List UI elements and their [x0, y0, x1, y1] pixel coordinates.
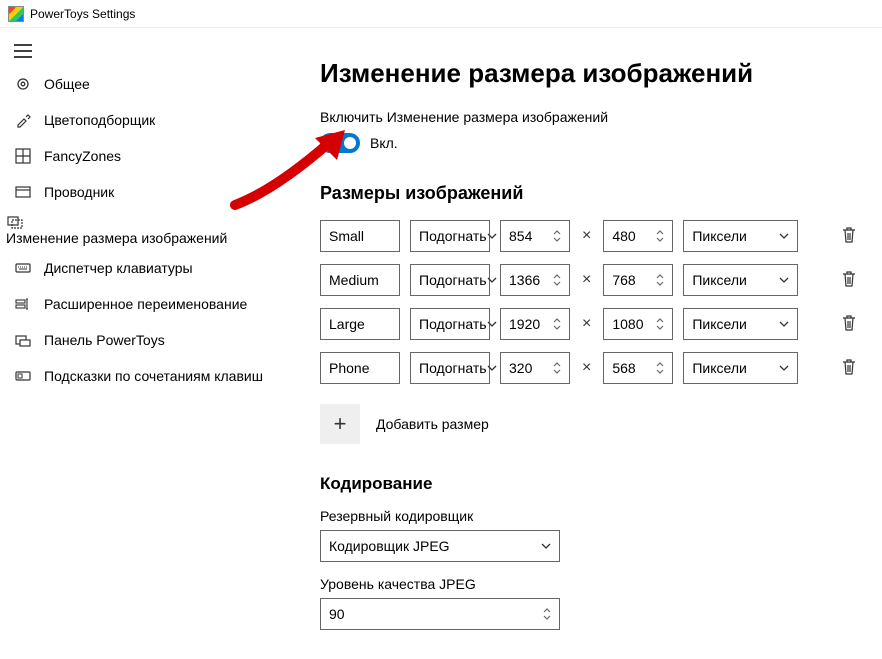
size-name-input[interactable]: Large — [320, 308, 400, 340]
hamburger-button[interactable] — [0, 36, 300, 66]
unit-select[interactable]: Пиксели — [683, 308, 798, 340]
enable-toggle[interactable] — [320, 133, 360, 153]
page-heading: Изменение размера изображений — [320, 58, 862, 89]
sidebar-item-run[interactable]: Панель PowerToys — [0, 322, 300, 358]
times-icon: × — [580, 315, 593, 333]
keyboard-icon — [14, 260, 32, 276]
app-icon — [8, 6, 24, 22]
width-input[interactable]: 1366 — [500, 264, 570, 296]
width-input[interactable]: 320 — [500, 352, 570, 384]
size-name-input[interactable]: Small — [320, 220, 400, 252]
grid-icon — [14, 148, 32, 164]
jpeg-quality-input[interactable]: 90 — [320, 598, 560, 630]
height-input[interactable]: 480 — [603, 220, 673, 252]
sidebar-item-label: Панель PowerToys — [44, 332, 165, 348]
sidebar-item-label: Подсказки по сочетаниям клавиш — [44, 368, 263, 384]
chevron-down-icon — [487, 321, 497, 327]
sidebar-item-imageresizer[interactable]: Изменение размера изображений — [0, 210, 300, 250]
sizes-heading: Размеры изображений — [320, 183, 862, 204]
enable-label: Включить Изменение размера изображений — [320, 109, 862, 125]
fit-select[interactable]: Подогнать — [410, 264, 490, 296]
spinner-arrows-icon — [553, 274, 561, 286]
add-size-button[interactable]: + Добавить размер — [320, 404, 862, 444]
width-input[interactable]: 1920 — [500, 308, 570, 340]
image-resize-icon — [6, 214, 24, 230]
chevron-down-icon — [487, 233, 497, 239]
chevron-down-icon — [779, 277, 789, 283]
sidebar-item-label: Изменение размера изображений — [6, 230, 227, 246]
size-name-input[interactable]: Phone — [320, 352, 400, 384]
chevron-down-icon — [779, 233, 789, 239]
height-input[interactable]: 1080 — [603, 308, 673, 340]
times-icon: × — [580, 227, 593, 245]
spinner-arrows-icon — [656, 318, 664, 330]
height-input[interactable]: 768 — [603, 264, 673, 296]
delete-size-button[interactable] — [842, 315, 862, 334]
fallback-encoder-value: Кодировщик JPEG — [329, 538, 450, 554]
fit-select[interactable]: Подогнать — [410, 308, 490, 340]
sidebar-item-shortcuts[interactable]: Подсказки по сочетаниям клавиш — [0, 358, 300, 394]
fit-select[interactable]: Подогнать — [410, 352, 490, 384]
sidebar-item-label: Цветоподборщик — [44, 112, 155, 128]
chevron-down-icon — [541, 543, 551, 549]
sidebar-item-rename[interactable]: Расширенное переименование — [0, 286, 300, 322]
delete-size-button[interactable] — [842, 271, 862, 290]
explorer-icon — [14, 184, 32, 200]
size-name-input[interactable]: Medium — [320, 264, 400, 296]
plus-icon: + — [320, 404, 360, 444]
size-row: Phone Подогнать 320 × 568 Пиксели — [320, 352, 862, 384]
unit-select[interactable]: Пиксели — [683, 352, 798, 384]
window-title: PowerToys Settings — [30, 7, 135, 21]
sidebar-item-label: Проводник — [44, 184, 114, 200]
sidebar-item-label: FancyZones — [44, 148, 121, 164]
sidebar-item-label: Диспетчер клавиатуры — [44, 260, 193, 276]
unit-select[interactable]: Пиксели — [683, 220, 798, 252]
spinner-arrows-icon — [553, 362, 561, 374]
toggle-state-text: Вкл. — [370, 135, 398, 151]
chevron-down-icon — [487, 277, 497, 283]
times-icon: × — [580, 359, 593, 377]
spinner-arrows-icon — [656, 274, 664, 286]
jpeg-quality-value: 90 — [329, 606, 345, 622]
gear-icon — [14, 76, 32, 92]
size-row: Medium Подогнать 1366 × 768 Пиксели — [320, 264, 862, 296]
times-icon: × — [580, 271, 593, 289]
delete-size-button[interactable] — [842, 359, 862, 378]
delete-size-button[interactable] — [842, 227, 862, 246]
unit-select[interactable]: Пиксели — [683, 264, 798, 296]
fallback-encoder-label: Резервный кодировщик — [320, 508, 862, 524]
rename-icon — [14, 296, 32, 312]
width-input[interactable]: 854 — [500, 220, 570, 252]
sidebar-item-label: Общее — [44, 76, 90, 92]
eyedropper-icon — [14, 112, 32, 128]
size-row: Small Подогнать 854 × 480 Пиксели — [320, 220, 862, 252]
sidebar-item-fancyzones[interactable]: FancyZones — [0, 138, 300, 174]
chevron-down-icon — [779, 321, 789, 327]
fallback-encoder-select[interactable]: Кодировщик JPEG — [320, 530, 560, 562]
sidebar-item-label: Расширенное переименование — [44, 296, 247, 312]
fit-select[interactable]: Подогнать — [410, 220, 490, 252]
run-icon — [14, 332, 32, 348]
spinner-arrows-icon — [543, 608, 551, 620]
chevron-down-icon — [779, 365, 789, 371]
sidebar-item-keyboard[interactable]: Диспетчер клавиатуры — [0, 250, 300, 286]
chevron-down-icon — [487, 365, 497, 371]
sidebar-item-general[interactable]: Общее — [0, 66, 300, 102]
spinner-arrows-icon — [656, 230, 664, 242]
size-rows: Small Подогнать 854 × 480 Пиксели Medium Подогн… — [320, 220, 862, 384]
spinner-arrows-icon — [553, 230, 561, 242]
add-size-label: Добавить размер — [376, 416, 489, 432]
sidebar: Общее Цветоподборщик FancyZones Проводни… — [0, 28, 300, 659]
sidebar-item-colorpicker[interactable]: Цветоподборщик — [0, 102, 300, 138]
size-row: Large Подогнать 1920 × 1080 Пиксели — [320, 308, 862, 340]
encoding-heading: Кодирование — [320, 474, 862, 494]
spinner-arrows-icon — [553, 318, 561, 330]
spinner-arrows-icon — [656, 362, 664, 374]
shortcut-guide-icon — [14, 368, 32, 384]
sidebar-item-explorer[interactable]: Проводник — [0, 174, 300, 210]
height-input[interactable]: 568 — [603, 352, 673, 384]
titlebar: PowerToys Settings — [0, 0, 882, 28]
main-panel: Изменение размера изображений Включить И… — [300, 28, 882, 659]
jpeg-quality-label: Уровень качества JPEG — [320, 576, 862, 592]
